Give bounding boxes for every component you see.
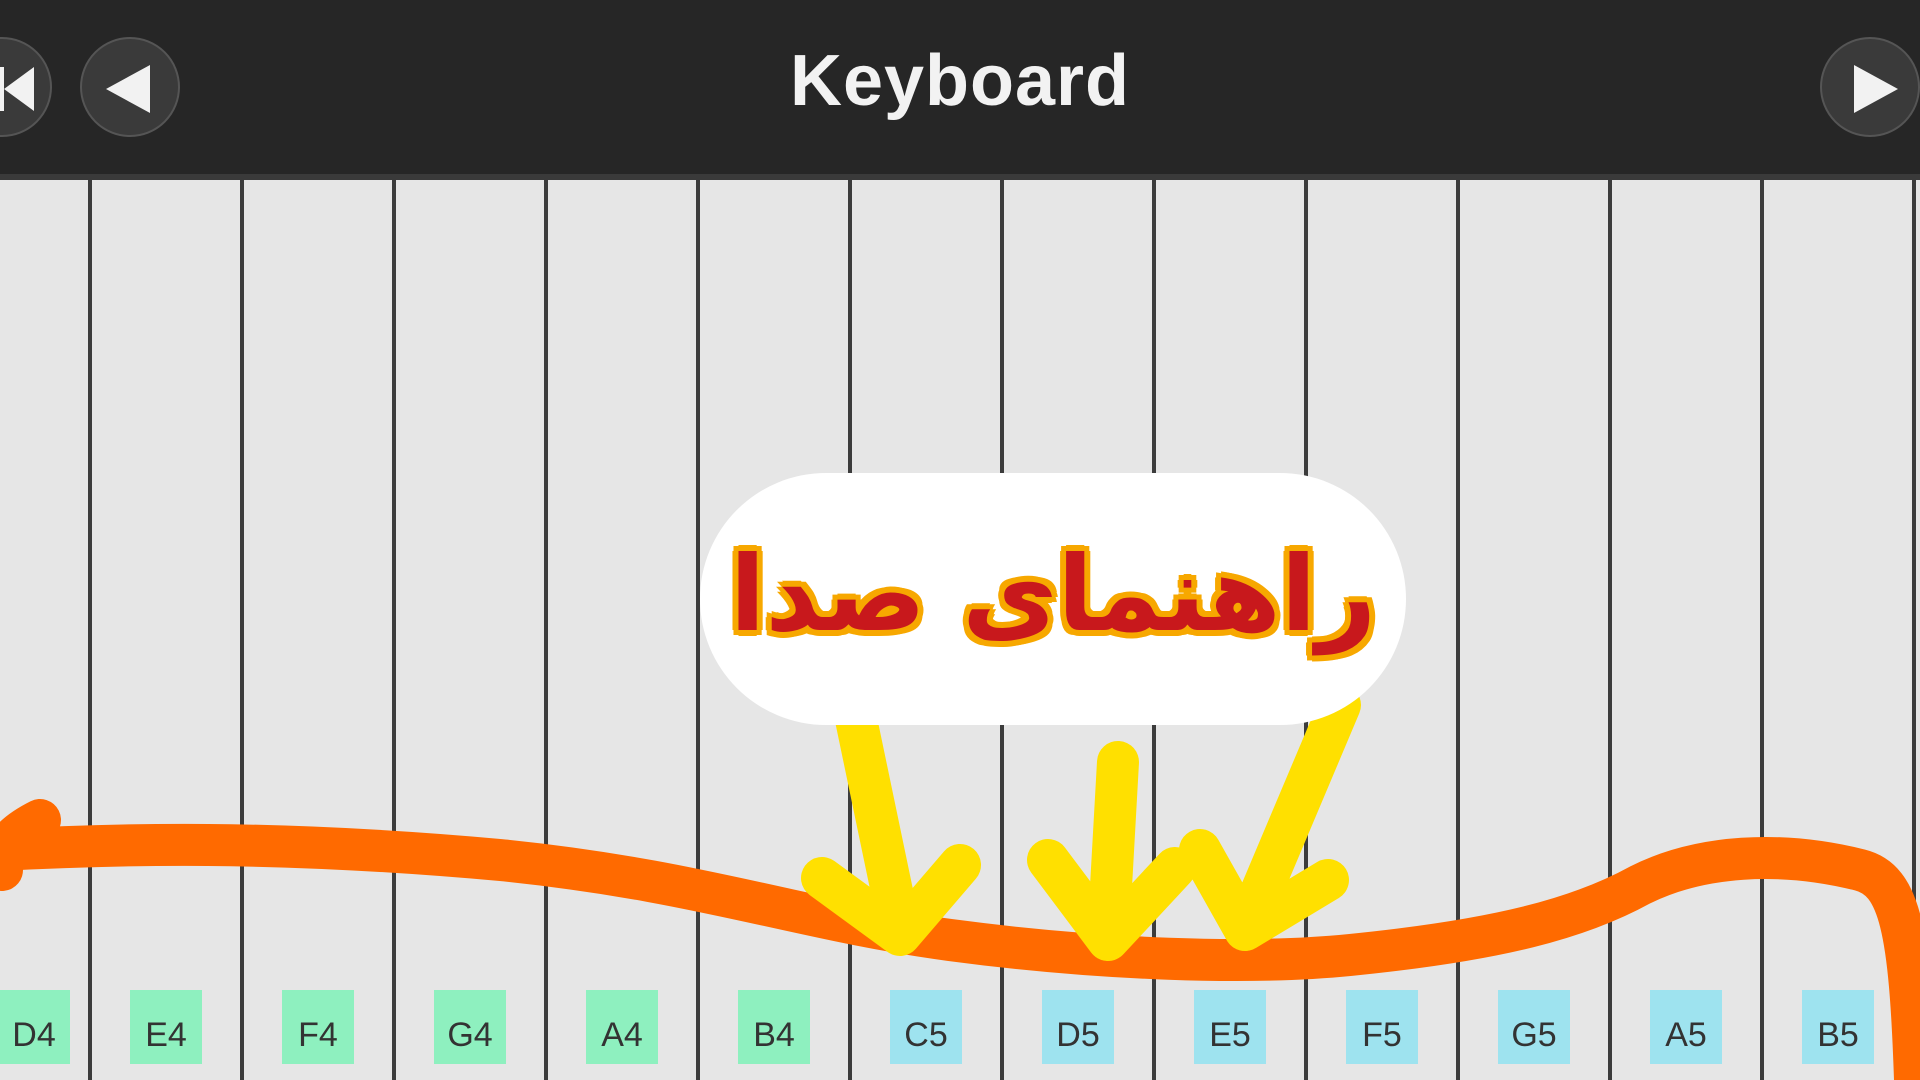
key-label: D5 [1042, 990, 1114, 1064]
piano-key[interactable]: C5 [852, 180, 1004, 1080]
piano-key[interactable]: G4 [396, 180, 548, 1080]
key-label: B4 [738, 990, 810, 1064]
key-label: C5 [890, 990, 962, 1064]
key-label: G4 [434, 990, 506, 1064]
piano-key[interactable]: A5 [1612, 180, 1764, 1080]
piano-key[interactable]: D4 [0, 180, 92, 1080]
key-label: E5 [1194, 990, 1266, 1064]
piano-key[interactable]: E5 [1156, 180, 1308, 1080]
piano-key[interactable]: B5 [1764, 180, 1916, 1080]
key-label: E4 [130, 990, 202, 1064]
app-screen: D4 E4 F4 G4 A4 B4 C5 D5 E5 F5 G5 A5 B5 K… [0, 0, 1920, 1080]
next-button[interactable] [1820, 37, 1920, 137]
piano-key[interactable]: F5 [1308, 180, 1460, 1080]
key-label: A4 [586, 990, 658, 1064]
triangle-right-icon [1854, 65, 1898, 113]
key-label: A5 [1650, 990, 1722, 1064]
top-bar: Keyboard [0, 0, 1920, 180]
key-label: F5 [1346, 990, 1418, 1064]
piano-key[interactable]: G5 [1460, 180, 1612, 1080]
piano-key[interactable]: F4 [244, 180, 396, 1080]
piano-keyboard: D4 E4 F4 G4 A4 B4 C5 D5 E5 F5 G5 A5 B5 [0, 180, 1920, 1080]
piano-key[interactable]: E4 [92, 180, 244, 1080]
key-label: B5 [1802, 990, 1874, 1064]
key-label: D4 [0, 990, 70, 1064]
key-label: G5 [1498, 990, 1570, 1064]
piano-key[interactable]: B4 [700, 180, 852, 1080]
piano-key[interactable]: D5 [1004, 180, 1156, 1080]
key-label: F4 [282, 990, 354, 1064]
piano-key[interactable]: A4 [548, 180, 700, 1080]
page-title: Keyboard [789, 41, 1131, 121]
